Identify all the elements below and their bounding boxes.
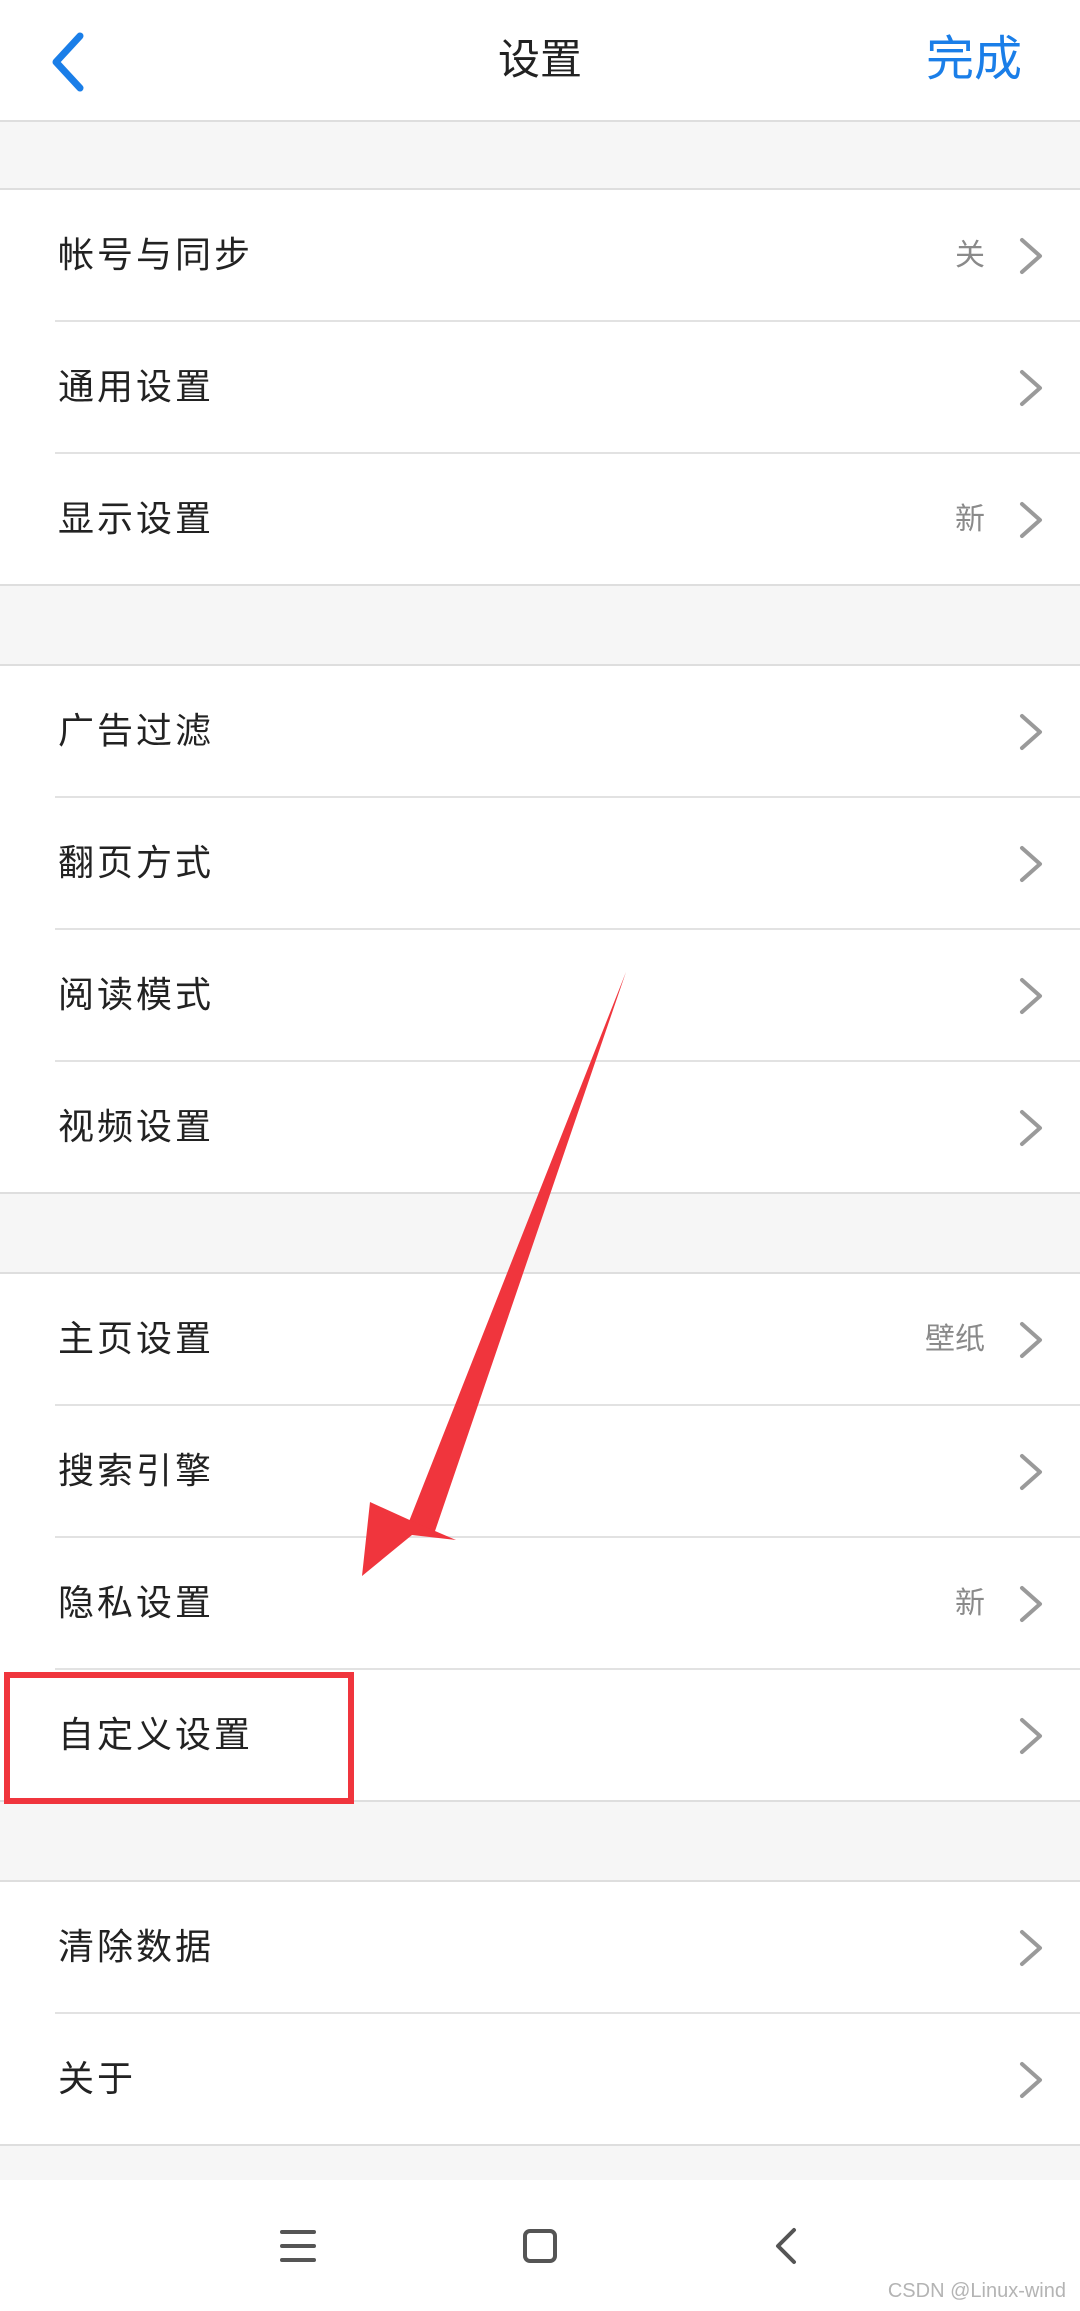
chevron-right-icon bbox=[1020, 1322, 1042, 1358]
home-square-icon bbox=[523, 2229, 557, 2263]
section-gap bbox=[0, 1802, 1080, 1882]
chevron-right-icon bbox=[1020, 502, 1042, 538]
chevron-right-icon bbox=[1020, 2062, 1042, 2098]
settings-item-display[interactable]: 显示设置 新 bbox=[0, 454, 1080, 586]
settings-item-value: 新 bbox=[955, 1586, 985, 1621]
section-gap bbox=[0, 586, 1080, 666]
settings-item-label: 翻页方式 bbox=[58, 843, 215, 884]
settings-item-clear-data[interactable]: 清除数据 bbox=[0, 1882, 1080, 2014]
nav-back-button[interactable] bbox=[750, 2208, 826, 2284]
watermark: CSDN @Linux-wind bbox=[887, 2280, 1066, 2302]
settings-item-label: 通用设置 bbox=[58, 367, 215, 408]
settings-item-label: 隐私设置 bbox=[58, 1583, 215, 1624]
chevron-right-icon bbox=[1020, 1930, 1042, 1966]
settings-item-label: 视频设置 bbox=[58, 1107, 215, 1148]
settings-item-value: 关 bbox=[955, 238, 985, 273]
settings-item-page-turn[interactable]: 翻页方式 bbox=[0, 798, 1080, 930]
home-button[interactable] bbox=[502, 2208, 578, 2284]
chevron-right-icon bbox=[1020, 1110, 1042, 1146]
chevron-right-icon bbox=[1020, 1586, 1042, 1622]
settings-item-label: 主页设置 bbox=[58, 1319, 215, 1360]
settings-item-homepage[interactable]: 主页设置 壁纸 bbox=[0, 1274, 1080, 1406]
section-gap bbox=[0, 122, 1080, 190]
chevron-right-icon bbox=[1020, 238, 1042, 274]
done-button[interactable]: 完成 bbox=[926, 26, 1022, 92]
settings-item-label: 关于 bbox=[58, 2059, 137, 2100]
settings-item-value: 新 bbox=[955, 502, 985, 537]
settings-item-general[interactable]: 通用设置 bbox=[0, 322, 1080, 454]
settings-item-custom[interactable]: 自定义设置 bbox=[0, 1670, 1080, 1802]
chevron-right-icon bbox=[1020, 1718, 1042, 1754]
settings-item-label: 搜索引擎 bbox=[58, 1451, 215, 1492]
back-triangle-icon bbox=[776, 2228, 796, 2264]
settings-item-reading-mode[interactable]: 阅读模式 bbox=[0, 930, 1080, 1062]
settings-item-label: 清除数据 bbox=[58, 1927, 215, 1968]
settings-item-value: 壁纸 bbox=[925, 1322, 985, 1357]
chevron-right-icon bbox=[1020, 846, 1042, 882]
settings-item-label: 自定义设置 bbox=[58, 1715, 254, 1756]
settings-item-label: 帐号与同步 bbox=[58, 235, 254, 276]
settings-item-label: 显示设置 bbox=[58, 499, 215, 540]
page-title: 设置 bbox=[497, 35, 582, 84]
menu-icon bbox=[280, 2230, 316, 2262]
settings-item-label: 广告过滤 bbox=[58, 711, 215, 752]
system-nav-bar: CSDN @Linux-wind bbox=[0, 2180, 1080, 2311]
settings-item-account-sync[interactable]: 帐号与同步 关 bbox=[0, 190, 1080, 322]
section-gap bbox=[0, 1194, 1080, 1274]
top-bar: 设置 完成 bbox=[0, 0, 1080, 122]
settings-item-label: 阅读模式 bbox=[58, 975, 215, 1016]
settings-item-privacy[interactable]: 隐私设置 新 bbox=[0, 1538, 1080, 1670]
settings-item-ad-filter[interactable]: 广告过滤 bbox=[0, 666, 1080, 798]
settings-item-about[interactable]: 关于 bbox=[0, 2014, 1080, 2146]
chevron-right-icon bbox=[1020, 978, 1042, 1014]
settings-item-video[interactable]: 视频设置 bbox=[0, 1062, 1080, 1194]
menu-button[interactable] bbox=[260, 2208, 336, 2284]
section-gap bbox=[0, 2146, 1080, 2180]
chevron-right-icon bbox=[1020, 370, 1042, 406]
settings-item-search-engine[interactable]: 搜索引擎 bbox=[0, 1406, 1080, 1538]
chevron-right-icon bbox=[1020, 1454, 1042, 1490]
chevron-right-icon bbox=[1020, 714, 1042, 750]
